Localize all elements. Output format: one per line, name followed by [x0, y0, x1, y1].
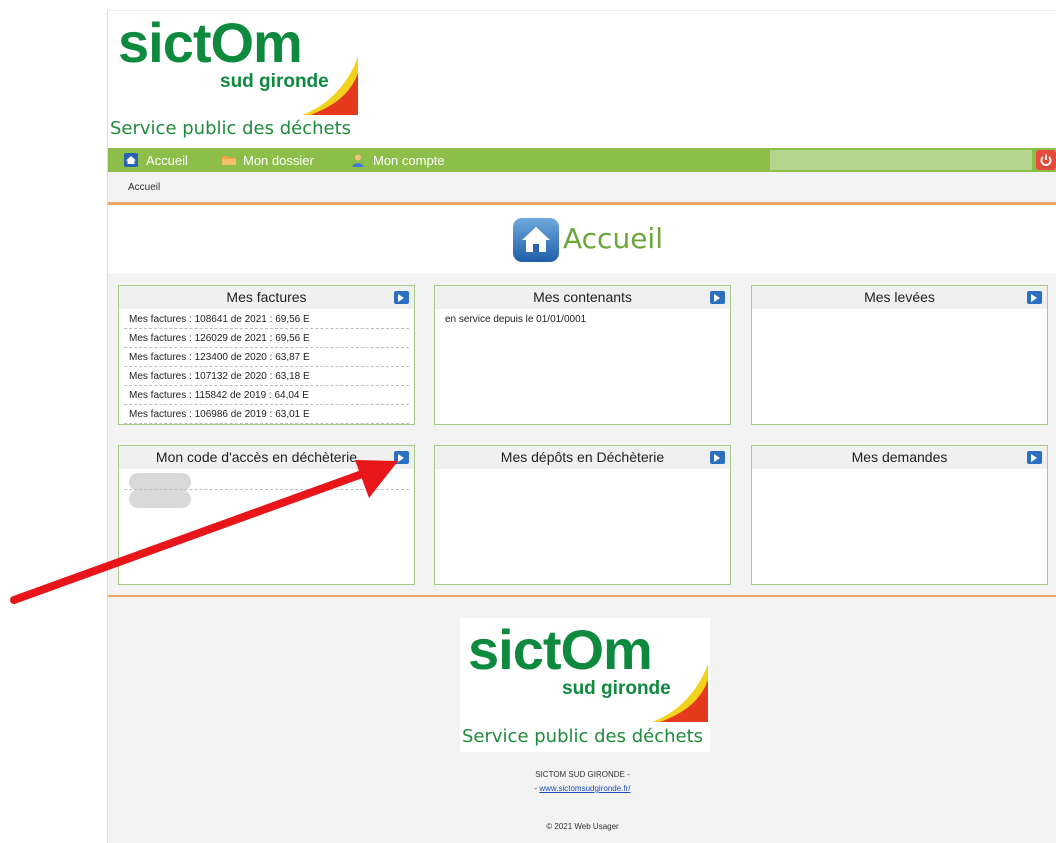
panel-title: Mon code d'accès en déchèterie — [155, 449, 358, 465]
nav-item-label: Mon compte — [373, 152, 445, 168]
invoice-row[interactable]: Mes factures : 107132 de 2020 : 63,18 E — [124, 367, 409, 386]
panel-title: Mes dépôts en Déchèterie — [500, 449, 665, 465]
panel-title: Mes factures — [226, 289, 307, 305]
panel-open-arrow-icon[interactable] — [394, 451, 409, 464]
logo-sub-text: sud gironde — [562, 678, 671, 699]
page: sictOm sud gironde Service public des dé… — [107, 10, 1056, 843]
nav-item-accueil[interactable]: Accueil — [124, 148, 188, 172]
home-large-icon — [513, 218, 559, 262]
main-nav: Accueil Mon dossier Mon compte — [108, 148, 1056, 172]
container-row[interactable]: en service depuis le 01/01/0001 — [440, 310, 725, 329]
header-tagline: Service public des déchets — [110, 118, 352, 139]
panel-open-arrow-icon[interactable] — [1027, 451, 1042, 464]
title-area: Accueil — [108, 205, 1056, 273]
panel-title: Mes demandes — [851, 449, 948, 465]
panel-header: Mes factures — [119, 286, 414, 309]
dashboard-panels: Mes factures Mes factures : 108641 de 20… — [108, 273, 1056, 595]
panel-header: Mon code d'accès en déchèterie — [119, 446, 414, 469]
panel-mes-demandes: Mes demandes — [751, 445, 1048, 585]
footer-org-name: SICTOM SUD GIRONDE - — [535, 770, 630, 779]
logo-main-text: sictOm — [118, 11, 303, 74]
nav-item-label: Mon dossier — [243, 152, 314, 168]
nav-item-mon-dossier[interactable]: Mon dossier — [221, 148, 314, 172]
breadcrumb: Accueil — [108, 172, 1056, 202]
logo-main-text: sictOm — [468, 618, 653, 681]
redacted-access-code — [129, 490, 191, 508]
home-icon — [124, 153, 138, 167]
footer-tagline: Service public des déchets — [462, 726, 704, 747]
breadcrumb-item[interactable]: Accueil — [128, 182, 160, 193]
panel-open-arrow-icon[interactable] — [710, 451, 725, 464]
panel-open-arrow-icon[interactable] — [710, 291, 725, 304]
folder-icon — [221, 153, 236, 167]
footer-website-link[interactable]: www.sictomsudgironde.fr/ — [539, 784, 630, 793]
footer-logo: sictOm sud gironde Service public des dé… — [460, 618, 710, 752]
page-title: Accueil — [563, 222, 663, 255]
nav-item-mon-compte[interactable]: Mon compte — [351, 148, 445, 172]
footer-logo-inner: sictOm sud gironde Service public des dé… — [462, 618, 708, 750]
footer-org: SICTOM SUD GIRONDE - — [108, 770, 1056, 779]
row-divider — [124, 489, 409, 490]
nav-search-input[interactable] — [770, 150, 1032, 170]
invoice-row[interactable]: Mes factures : 108641 de 2021 : 69,56 E — [124, 310, 409, 329]
nav-item-label: Accueil — [146, 152, 188, 168]
panel-mes-factures: Mes factures Mes factures : 108641 de 20… — [118, 285, 415, 425]
logo-sub-text: sud gironde — [220, 71, 329, 92]
panel-title: Mes levées — [864, 289, 935, 305]
panel-mes-contenants: Mes contenants en service depuis le 01/0… — [434, 285, 731, 425]
panel-mes-depots-decheterie: Mes dépôts en Déchèterie — [434, 445, 731, 585]
panel-open-arrow-icon[interactable] — [1027, 291, 1042, 304]
invoice-row[interactable]: Mes factures : 115842 de 2019 : 64,04 E — [124, 386, 409, 405]
panel-title: Mes contenants — [533, 289, 632, 305]
panel-open-arrow-icon[interactable] — [394, 291, 409, 304]
logout-button[interactable] — [1036, 150, 1056, 170]
header-logo[interactable]: sictOm sud gironde Service public des dé… — [110, 11, 368, 143]
panel-code-acces-decheterie: Mon code d'accès en déchèterie — [118, 445, 415, 585]
footer-copyright: © 2021 Web Usager — [546, 822, 619, 831]
invoice-row[interactable]: Mes factures : 106986 de 2019 : 63,01 E — [124, 405, 409, 424]
footer: sictOm sud gironde Service public des dé… — [108, 597, 1056, 843]
panel-header: Mes levées — [752, 286, 1047, 309]
invoice-row[interactable]: Mes factures : 126029 de 2021 : 69,56 E — [124, 329, 409, 348]
panel-header: Mes contenants — [435, 286, 730, 309]
panel-header: Mes dépôts en Déchèterie — [435, 446, 730, 469]
panel-header: Mes demandes — [752, 446, 1047, 469]
footer-link-line: - www.sictomsudgironde.fr/ — [108, 784, 1056, 793]
invoice-row[interactable]: Mes factures : 123400 de 2020 : 63,87 E — [124, 348, 409, 367]
panel-mes-levees: Mes levées — [751, 285, 1048, 425]
power-icon — [1040, 154, 1052, 166]
user-icon — [351, 153, 365, 167]
